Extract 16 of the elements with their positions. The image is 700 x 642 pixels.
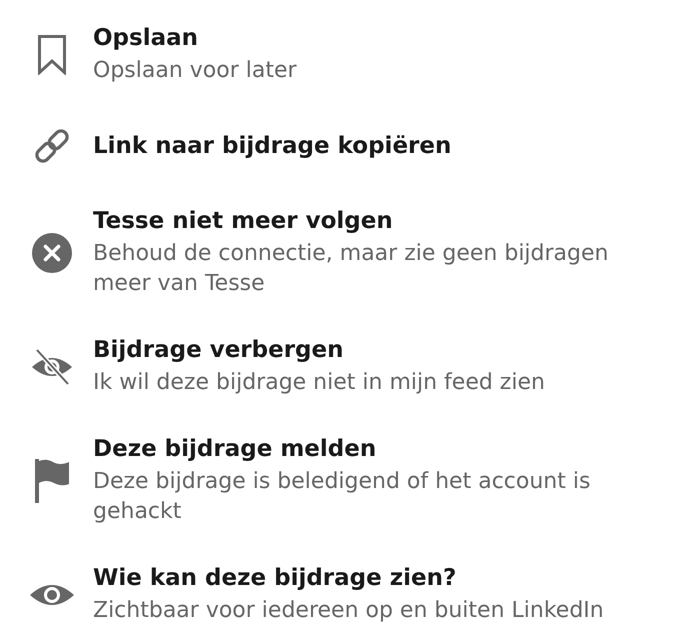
close-icon [32, 232, 72, 272]
bookmark-icon [38, 34, 66, 74]
menu-item[interactable]: Tesse niet meer volgen Behoud de connectie, maar zie geen bijdragen meer van Tesse [0, 186, 700, 315]
menu-item-description: Opslaan voor later [93, 57, 298, 85]
menu-item[interactable]: Bijdrage verbergen Ik wil deze bijdrage niet in mijn feed zien [0, 315, 700, 414]
menu-item-description: Ik wil deze bijdrage niet in mijn feed zien [93, 369, 546, 397]
link-icon [34, 128, 70, 164]
menu-item[interactable]: Wie kan deze bijdrage zien? Zichtbaar voor iedereen op en buiten LinkedIn [0, 543, 700, 642]
menu-item[interactable]: Deze bijdrage melden Deze bijdrage is beledigend of het account is gehackt [0, 414, 700, 543]
menu-item-description: Behoud de connectie, maar zie geen bijdragen meer van Tesse [93, 240, 610, 298]
menu-item[interactable]: Opslaan Opslaan voor later [0, 3, 700, 102]
menu-item-description: Deze bijdrage is beledigend of het account is gehackt [93, 468, 592, 526]
eye-slash-icon [31, 348, 73, 386]
menu-item-description: Zichtbaar voor iedereen op en buiten LinkedIn [93, 597, 605, 625]
menu-item[interactable]: Link naar bijdrage kopiëren [0, 102, 700, 186]
flag-icon [35, 458, 69, 502]
